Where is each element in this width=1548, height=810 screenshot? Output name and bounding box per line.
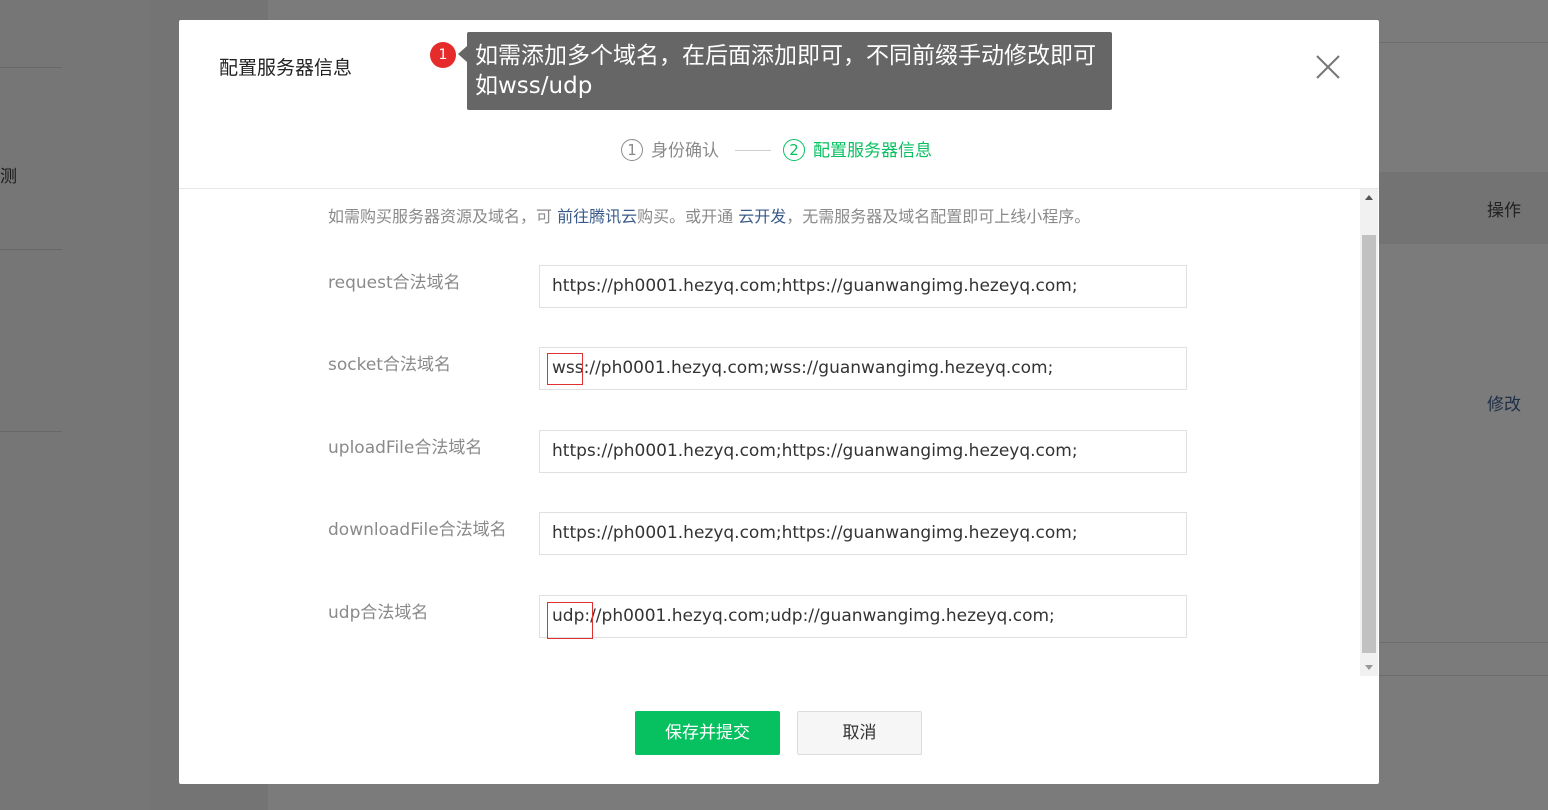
uploadfile-domain-input[interactable]: https://ph0001.hezyq.com;https://guanwan… xyxy=(539,430,1187,473)
close-button[interactable] xyxy=(1313,52,1343,82)
step-2: 2 配置服务器信息 xyxy=(783,136,932,161)
step-indicator: 1 身份确认 2 配置服务器信息 xyxy=(179,136,1379,164)
scroll-down-button[interactable] xyxy=(1360,658,1378,676)
step-1: 1 身份确认 xyxy=(621,136,719,161)
socket-domain-input[interactable]: wss://ph0001.hezyq.com;wss://guanwangimg… xyxy=(539,347,1187,390)
annotation-arrow xyxy=(458,46,467,62)
annotation-line-1: 如需添加多个域名，在后面添加即可，不同前缀手动修改即可 xyxy=(475,43,1096,69)
cloud-dev-link[interactable]: 云开发 xyxy=(738,207,786,226)
step-2-label: 配置服务器信息 xyxy=(813,141,932,161)
annotation-line-2: 如wss/udp xyxy=(475,73,593,99)
request-domain-input[interactable]: https://ph0001.hezyq.com;https://guanwan… xyxy=(539,265,1187,308)
request-domain-label: request合法域名 xyxy=(328,273,461,293)
scroll-up-icon xyxy=(1365,195,1373,200)
annotation-badge: 1 xyxy=(430,42,456,68)
server-config-dialog: 配置服务器信息 1 身份确认 2 配置服务器信息 如需购买服务器资源及域名，可 前往… xyxy=(179,20,1379,784)
step-2-number: 2 xyxy=(783,139,805,161)
scroll-down-icon xyxy=(1365,665,1373,670)
scroll-up-button[interactable] xyxy=(1360,189,1378,207)
uploadfile-domain-label: uploadFile合法域名 xyxy=(328,438,483,458)
step-1-label: 身份确认 xyxy=(651,141,719,161)
step-connector xyxy=(735,150,771,151)
downloadfile-domain-input[interactable]: https://ph0001.hezyq.com;https://guanwan… xyxy=(539,512,1187,555)
save-and-submit-button[interactable]: 保存并提交 xyxy=(635,711,780,755)
tencent-cloud-link[interactable]: 前往腾讯云 xyxy=(557,207,637,226)
notice-text-3: ，无需服务器及域名配置即可上线小程序。 xyxy=(786,207,1091,226)
close-icon xyxy=(1316,55,1340,79)
notice-text-2: 购买。或开通 xyxy=(637,207,739,226)
dialog-title: 配置服务器信息 xyxy=(219,57,353,79)
udp-domain-input[interactable]: udp://ph0001.hezyq.com;udp://guanwangimg… xyxy=(539,595,1187,638)
step-1-number: 1 xyxy=(621,139,643,161)
wss-prefix-highlight xyxy=(547,353,583,385)
scrollbar-thumb[interactable] xyxy=(1362,235,1376,653)
udp-domain-label: udp合法域名 xyxy=(328,603,429,623)
annotation-tooltip: 如需添加多个域名，在后面添加即可，不同前缀手动修改即可 如wss/udp xyxy=(467,32,1112,110)
purchase-notice: 如需购买服务器资源及域名，可 前往腾讯云购买。或开通 云开发，无需服务器及域名配… xyxy=(328,203,1090,227)
udp-prefix-highlight xyxy=(547,602,593,639)
cancel-button[interactable]: 取消 xyxy=(797,711,922,755)
notice-text-1: 如需购买服务器资源及域名，可 xyxy=(328,207,558,226)
downloadfile-domain-label: downloadFile合法域名 xyxy=(328,520,507,540)
socket-domain-label: socket合法域名 xyxy=(328,355,451,375)
content-scrollbar[interactable] xyxy=(1360,189,1378,676)
dialog-content: 如需购买服务器资源及域名，可 前往腾讯云购买。或开通 云开发，无需服务器及域名配… xyxy=(179,189,1359,676)
